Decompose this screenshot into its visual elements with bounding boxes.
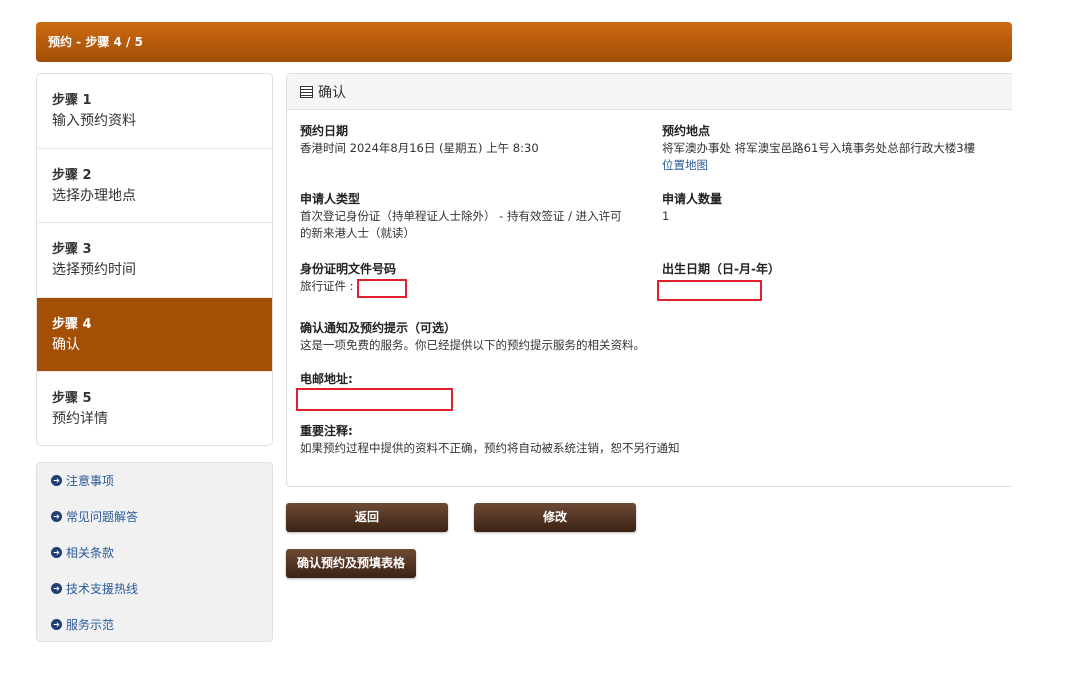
step-number: 步骤 2 [52,167,92,183]
link-label: 相关条款 [66,546,115,560]
modify-button[interactable]: 修改 [474,503,636,532]
location-field: 预约地点 将军澳办事处 将军澳宝邑路61号入境事务处总部行政大楼3樓 位置地图 [662,122,1007,173]
step-number: 步骤 3 [52,242,92,257]
document-icon [300,85,313,98]
link-label: 服务示范 [66,618,115,632]
applicant-count-label: 申请人数量 [662,192,723,206]
email-field: 电邮地址: [300,370,353,388]
link-label: 常见问题解答 [66,510,139,524]
notify-field: 确认通知及预约提示（可选） 这是一项免费的服务。你已经提供以下的预约提示服务的相… [300,319,645,354]
step-4[interactable]: 步骤 4 确认 [37,297,272,372]
location-value: 将军澳办事处 将军澳宝邑路61号入境事务处总部行政大楼3樓 [662,141,976,155]
panel-header: 确认 [287,74,1012,110]
arrow-right-icon: ➜ [51,511,62,522]
step-2[interactable]: 步骤 2 选择办理地点 [37,149,272,223]
confirm-booking-button[interactable]: 确认预约及预填表格 [286,549,416,578]
confirm-panel: 确认 预约日期 香港时间 2024年8月16日 (星期五) 上午 8:30 预约… [286,73,1012,487]
date-value: 香港时间 2024年8月16日 (星期五) 上午 8:30 [300,141,539,155]
step-label: 预约详情 [52,411,108,427]
step-number: 步骤 5 [52,391,92,406]
location-map-link[interactable]: 位置地图 [662,157,1007,173]
applicant-count-field: 申请人数量 1 [662,190,722,225]
step-label: 选择预约时间 [52,262,136,278]
important-label: 重要注释: [300,424,353,438]
panel-title: 确认 [318,84,346,101]
applicant-count-value: 1 [662,209,670,223]
redaction-box-dob [657,280,762,301]
step-number: 步骤 1 [52,93,92,108]
help-links: ➜ 注意事项 ➜ 常见问题解答 ➜ 相关条款 ➜ 技术支援热线 ➜ 服务示范 [36,462,273,642]
step-5[interactable]: 步骤 5 预约详情 [37,372,272,445]
redaction-box-id [357,279,407,298]
page-title: 预约 - 步骤 4 / 5 [48,35,143,49]
step-1[interactable]: 步骤 1 输入预约资料 [37,74,272,149]
arrow-right-icon: ➜ [51,583,62,594]
back-button[interactable]: 返回 [286,503,448,532]
id-doc-label: 身份证明文件号码 [300,262,397,276]
applicant-type-field: 申请人类型 首次登记身份证（持单程证人士除外） - 持有效签证 / 进入许可 的… [300,190,650,242]
date-label: 预约日期 [300,124,349,138]
applicant-type-value-line1: 首次登记身份证（持单程证人士除外） - 持有效签证 / 进入许可 [300,209,622,223]
date-field: 预约日期 香港时间 2024年8月16日 (星期五) 上午 8:30 [300,122,539,157]
dob-label: 出生日期（日-月-年） [662,262,780,276]
link-label: 技术支援热线 [66,582,139,596]
link-support-hotline[interactable]: ➜ 技术支援热线 [37,580,272,616]
applicant-type-label: 申请人类型 [300,192,361,206]
step-label: 选择办理地点 [52,187,136,204]
step-3[interactable]: 步骤 3 选择预约时间 [37,223,272,298]
step-label: 输入预约资料 [52,113,136,129]
arrow-right-icon: ➜ [51,619,62,630]
applicant-type-value-line2: 的新来港人士（就读） [300,226,415,240]
link-faq[interactable]: ➜ 常见问题解答 [37,508,272,544]
step-label: 确认 [52,336,80,353]
important-value: 如果预约过程中提供的资料不正确，预约将自动被系统注销，恕不另行通知 [300,441,680,455]
notify-value: 这是一项免费的服务。你已经提供以下的预约提示服务的相关资料。 [300,338,645,352]
link-demo[interactable]: ➜ 服务示范 [37,616,272,652]
arrow-right-icon: ➜ [51,475,62,486]
email-label: 电邮地址: [300,372,353,386]
step-list: 步骤 1 输入预约资料 步骤 2 选择办理地点 步骤 3 选择预约时间 步骤 4… [36,73,273,446]
link-notes[interactable]: ➜ 注意事项 [37,472,272,508]
dob-field: 出生日期（日-月-年） [662,260,780,278]
location-label: 预约地点 [662,124,711,138]
important-field: 重要注释: 如果预约过程中提供的资料不正确，预约将自动被系统注销，恕不另行通知 [300,422,680,457]
arrow-right-icon: ➜ [51,547,62,558]
redaction-box-email [296,388,453,411]
link-terms[interactable]: ➜ 相关条款 [37,544,272,580]
page-header: 预约 - 步骤 4 / 5 [36,22,1012,62]
link-label: 注意事项 [66,474,115,488]
step-number: 步骤 4 [52,316,92,332]
notify-label: 确认通知及预约提示（可选） [300,321,457,335]
